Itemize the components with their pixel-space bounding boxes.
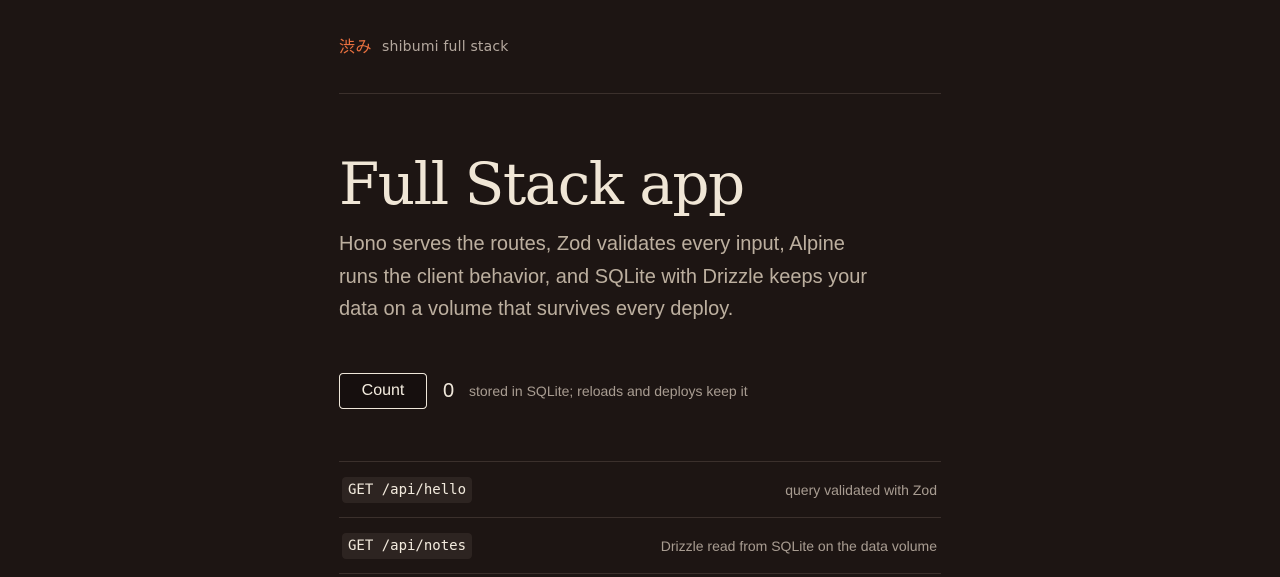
count-value: 0 (443, 379, 455, 402)
routes-list: GET /api/hello query validated with Zod … (339, 461, 941, 574)
counter: Count 0 stored in SQLite; reloads and de… (339, 373, 748, 409)
route-description: Drizzle read from SQLite on the data vol… (660, 537, 937, 554)
main-container: 渋み shibumi full stack Full Stack app Hon… (339, 0, 941, 574)
count-note: stored in SQLite; reloads and deploys ke… (469, 383, 748, 399)
route-description: query validated with Zod (785, 481, 937, 498)
brand-name: shibumi full stack (382, 38, 509, 55)
site-header: 渋み shibumi full stack (339, 0, 941, 94)
page-title: Full Stack app (339, 150, 745, 218)
list-item: GET /api/notes Drizzle read from SQLite … (339, 518, 941, 574)
hero-description: Hono serves the routes, Zod validates ev… (339, 233, 868, 320)
page: 渋み shibumi full stack Full Stack app Hon… (0, 0, 1280, 577)
brand-mark: 渋み (339, 36, 373, 56)
route-code: GET /api/hello (342, 476, 473, 503)
list-item: GET /api/hello query validated with Zod (339, 462, 941, 518)
route-code: GET /api/notes (342, 532, 473, 559)
count-button[interactable]: Count (339, 373, 427, 409)
